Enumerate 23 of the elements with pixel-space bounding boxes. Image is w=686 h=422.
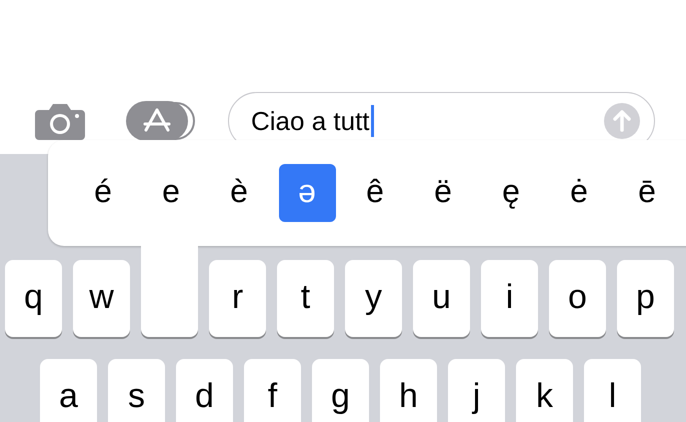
keyboard-key[interactable]: s — [108, 359, 165, 422]
keyboard-key[interactable]: d — [176, 359, 233, 422]
message-text: Ciao a tutt — [251, 108, 370, 134]
keyboard-key[interactable]: y — [345, 260, 402, 337]
keyboard-key[interactable]: q — [5, 260, 62, 337]
app-store-icon[interactable] — [126, 101, 195, 141]
keyboard-key[interactable]: w — [73, 260, 130, 337]
keyboard-key[interactable]: f — [244, 359, 301, 422]
keyboard-key[interactable]: o — [549, 260, 606, 337]
keyboard-key[interactable]: h — [380, 359, 437, 422]
keyboard-key[interactable]: i — [481, 260, 538, 337]
camera-icon[interactable] — [35, 102, 85, 140]
keyboard-key[interactable]: j — [448, 359, 505, 422]
keyboard-key[interactable]: t — [277, 260, 334, 337]
keyboard-key[interactable]: u — [413, 260, 470, 337]
text-cursor — [370, 105, 374, 137]
accent-option[interactable]: ə — [278, 164, 336, 222]
keyboard-key[interactable]: a — [40, 359, 97, 422]
keyboard-key[interactable]: g — [312, 359, 369, 422]
keyboard-key[interactable]: l — [584, 359, 641, 422]
keyboard-key[interactable]: k — [516, 359, 573, 422]
keyboard-key[interactable]: r — [209, 260, 266, 337]
keyboard-key[interactable]: p — [617, 260, 674, 337]
